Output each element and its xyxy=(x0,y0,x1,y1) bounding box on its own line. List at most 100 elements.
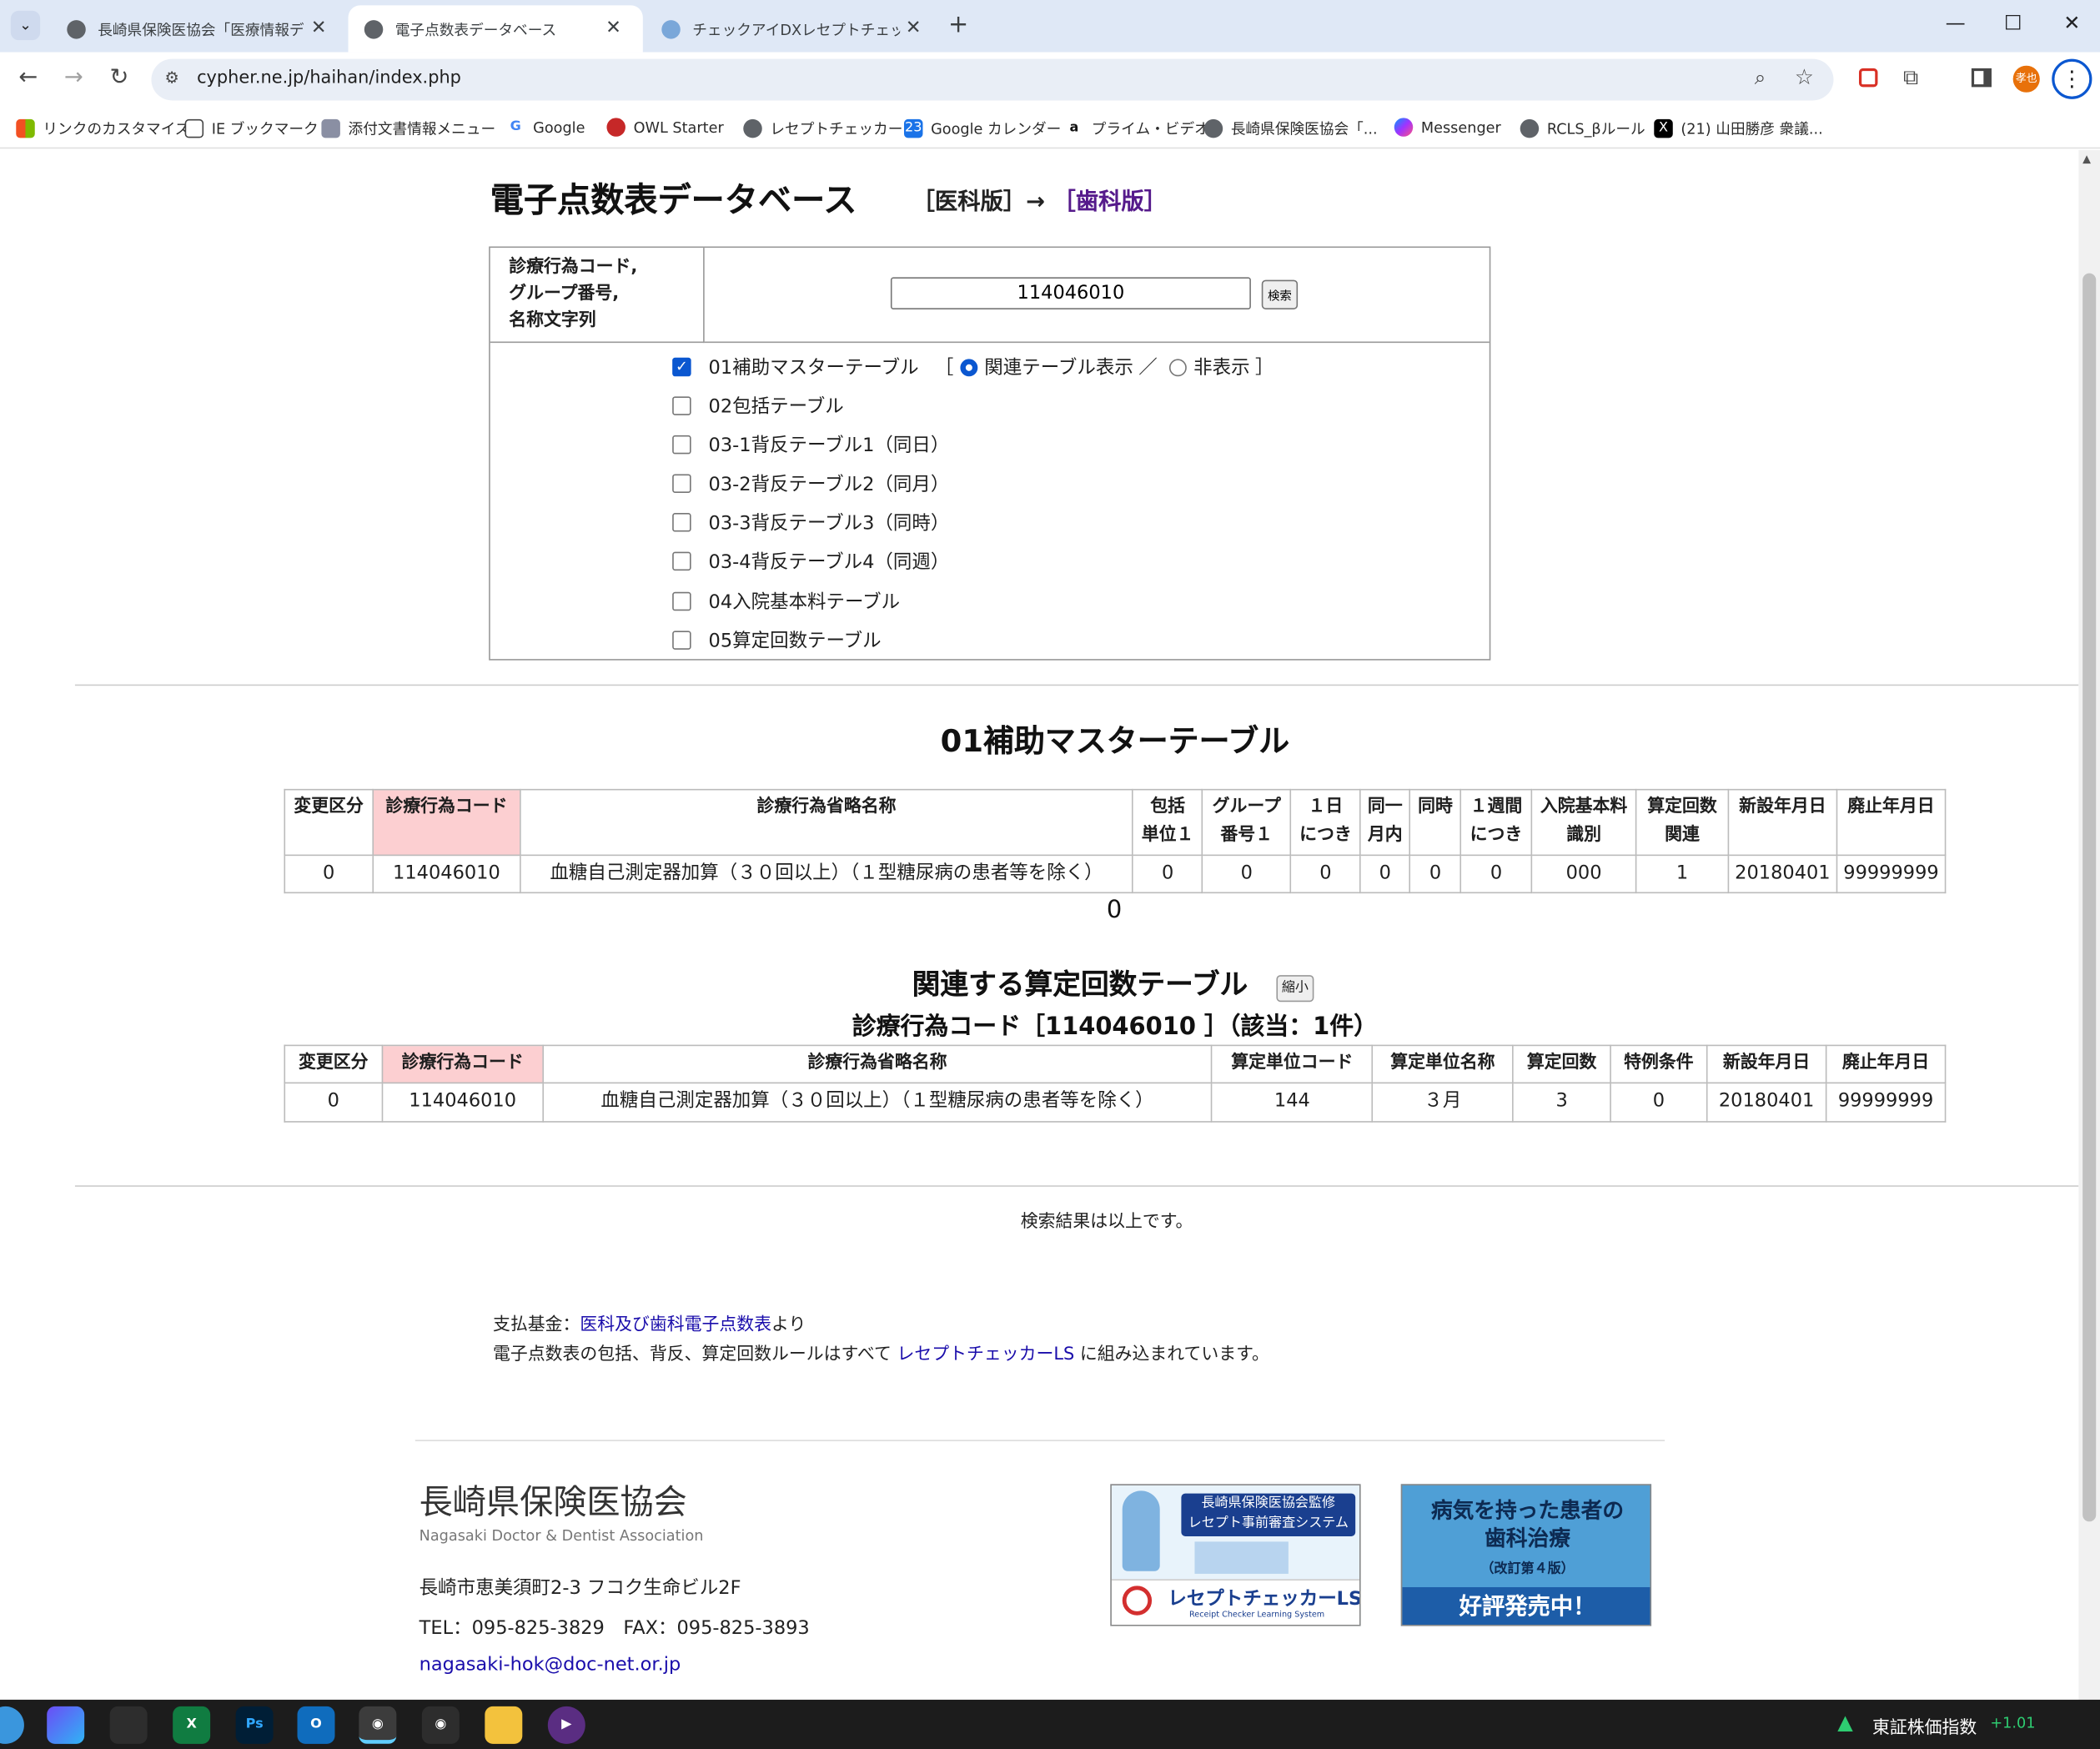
col-header: 特例条件 xyxy=(1610,1044,1708,1084)
maximize-button[interactable]: ☐ xyxy=(1997,11,2029,35)
bookmark-item[interactable]: 添付文書情報メニュー xyxy=(321,118,495,139)
checkbox-icon[interactable] xyxy=(672,551,691,571)
search-button[interactable]: 検索 xyxy=(1261,279,1299,309)
bookmark-star-icon[interactable]: ☆ xyxy=(1795,64,1814,90)
option-05[interactable]: 05算定回数テーブル xyxy=(672,627,882,654)
stock-label[interactable]: 東証株価指数 xyxy=(1872,1713,1977,1738)
bookmarks-bar: リンクのカスタマイズ IE ブックマーク 添付文書情報メニュー G Google … xyxy=(0,108,2100,149)
option-04[interactable]: 04入院基本料テーブル xyxy=(672,588,900,615)
zoom-icon[interactable]: ⌕ xyxy=(1755,66,1766,90)
chrome-profile-icon[interactable]: ◉ xyxy=(421,1706,460,1744)
shrink-button[interactable]: 縮小 xyxy=(1276,975,1314,1003)
close-tab-icon[interactable]: ✕ xyxy=(308,18,329,39)
back-button[interactable]: ← xyxy=(12,64,44,91)
excel-icon[interactable]: X xyxy=(173,1706,211,1744)
bookmark-item[interactable]: OWL Starter xyxy=(606,118,724,137)
dental-book-banner[interactable]: 病気を持った患者の 歯科治療 （改訂第４版） 好評発売中！ xyxy=(1400,1484,1652,1626)
scroll-up-icon[interactable]: ▲ xyxy=(2082,153,2091,164)
col-header: １日 につき xyxy=(1289,788,1361,857)
checkbox-icon[interactable] xyxy=(672,396,691,415)
bookmark-item[interactable]: レセプトチェッカーLS xyxy=(743,118,920,139)
tab-1[interactable]: 電子点数表データベース ✕ xyxy=(348,5,643,53)
url-text[interactable]: cypher.ne.jp/haihan/index.php xyxy=(197,68,461,88)
copilot-icon[interactable] xyxy=(47,1706,85,1744)
checkbox-checked-icon[interactable]: ✓ xyxy=(672,357,691,377)
bookmark-item[interactable]: RCLS_βルール xyxy=(1520,118,1645,139)
receipt-checker-banner[interactable]: 長崎県保険医協会監修 レセプト事前審査システム レセプトチェッカーLS Rece… xyxy=(1110,1484,1361,1626)
bookmark-item[interactable]: IE ブックマーク xyxy=(184,118,319,139)
close-tab-icon[interactable]: ✕ xyxy=(603,18,625,39)
bookmark-label: Messenger xyxy=(1420,118,1501,136)
bookmark-item[interactable]: G Google xyxy=(506,118,585,137)
file-explorer-icon[interactable] xyxy=(485,1706,523,1744)
chrome-icon[interactable]: ◉ xyxy=(359,1706,397,1744)
photoshop-icon[interactable]: Ps xyxy=(235,1706,274,1744)
option-01[interactable]: ✓ 01補助マスターテーブル ［ 関連テーブル表示 ／ 非表示 ］ xyxy=(672,354,1274,380)
header-text: 廃止年月日 xyxy=(1847,797,1935,817)
extension-icon[interactable] xyxy=(1858,68,1878,88)
address-bar[interactable]: ⚙ cypher.ne.jp/haihan/index.php ⌕ ☆ xyxy=(151,58,1834,101)
note-line: 電子点数表の包括、背反、算定回数ルールはすべて レセプトチェッカーLS に組み込… xyxy=(493,1339,1269,1365)
header-text: につき xyxy=(1469,825,1523,846)
puzzle-icon[interactable]: ⧉ xyxy=(1903,64,1918,91)
side-panel-icon[interactable] xyxy=(1971,68,1992,88)
radio-show-related[interactable] xyxy=(960,358,978,376)
col-header: 入院基本料 識別 xyxy=(1530,788,1637,857)
code-search-input[interactable] xyxy=(890,277,1251,309)
bookmark-item[interactable]: a プライム・ビデオ xyxy=(1064,118,1209,139)
reload-button[interactable]: ↻ xyxy=(103,64,136,91)
receipt-checker-link[interactable]: レセプトチェッカーLS xyxy=(897,1344,1074,1365)
paint-icon[interactable] xyxy=(109,1706,148,1744)
calendar-icon: 23 xyxy=(903,118,923,138)
bookmark-label: リンクのカスタマイズ xyxy=(43,120,190,138)
tab-2[interactable]: チェックアイDXレセプトチェッカー ✕ xyxy=(646,5,943,52)
bookmark-item[interactable]: X (21) 山田勝彦 衆議... xyxy=(1654,118,1823,139)
note-prefix: 電子点数表の包括、背反、算定回数ルールはすべて xyxy=(492,1344,897,1365)
site-settings-icon[interactable]: ⚙ xyxy=(165,68,179,87)
bookmark-item[interactable]: 長崎県保険医協会「... xyxy=(1203,118,1378,139)
option-03-4[interactable]: 03-4背反テーブル4（同週） xyxy=(672,548,949,575)
org-email-link[interactable]: nagasaki-hok@doc-net.or.jp xyxy=(419,1654,681,1676)
tab-search-button[interactable]: ⌄ xyxy=(10,10,41,41)
edge-icon[interactable] xyxy=(0,1706,24,1744)
bookmark-label: プライム・ビデオ xyxy=(1091,120,1209,138)
bookmark-item[interactable]: Messenger xyxy=(1394,118,1501,137)
checkbox-icon[interactable] xyxy=(672,513,691,532)
radio-hide-related[interactable] xyxy=(1169,358,1188,376)
option-03-3[interactable]: 03-3背反テーブル3（同時） xyxy=(672,509,949,535)
close-tab-icon[interactable]: ✕ xyxy=(902,18,924,39)
screen-illustration xyxy=(1194,1541,1289,1574)
cell: 20180401 xyxy=(1727,854,1838,894)
related-table: 変更区分 診療行為コード 診療行為省略名称 算定単位コード 算定単位名称 算定回… xyxy=(284,1044,1947,1123)
forward-button[interactable]: → xyxy=(58,64,90,91)
checkbox-icon[interactable] xyxy=(672,591,691,611)
tab-0[interactable]: 長崎県保険医協会「医療情報デ… ✕ xyxy=(51,5,349,52)
source-link[interactable]: 医科及び歯科電子点数表 xyxy=(580,1315,771,1335)
checkbox-icon[interactable] xyxy=(672,435,691,455)
bookmark-item[interactable]: リンクのカスタマイズ xyxy=(16,118,190,139)
close-window-button[interactable]: ✕ xyxy=(2056,11,2088,35)
menu-dots-icon[interactable]: ⋮ xyxy=(2052,58,2092,99)
profile-avatar[interactable]: 孝也 xyxy=(2012,65,2040,93)
bookmark-label: Google カレンダー xyxy=(931,120,1062,138)
minimize-button[interactable]: — xyxy=(1939,11,1972,35)
new-tab-button[interactable]: + xyxy=(948,11,968,39)
dental-edition-link[interactable]: ［歯科版］ xyxy=(1053,188,1168,215)
option-03-2[interactable]: 03-2背反テーブル2（同月） xyxy=(672,470,949,497)
cell: 0 xyxy=(1610,1082,1708,1123)
col-header: 新設年月日 xyxy=(1706,1044,1827,1084)
scrollbar-thumb[interactable] xyxy=(2082,273,2097,1522)
outlook-icon[interactable]: O xyxy=(297,1706,335,1744)
label-line: グループ番号, xyxy=(509,284,620,304)
bookmark-item[interactable]: 23 Google カレンダー xyxy=(903,118,1062,139)
media-player-icon[interactable]: ▶ xyxy=(547,1706,585,1744)
checkbox-icon[interactable] xyxy=(672,474,691,493)
arrow-right-icon: → xyxy=(63,64,83,92)
page-scrollbar[interactable]: ▲ xyxy=(2078,149,2100,1700)
cell: 0 xyxy=(1289,854,1361,894)
col-header: 診療行為コード xyxy=(381,1044,544,1084)
tab-title: 電子点数表データベース xyxy=(394,20,557,38)
option-03-1[interactable]: 03-1背反テーブル1（同日） xyxy=(672,431,949,458)
checkbox-icon[interactable] xyxy=(672,631,691,650)
option-02[interactable]: 02包括テーブル xyxy=(672,393,844,420)
